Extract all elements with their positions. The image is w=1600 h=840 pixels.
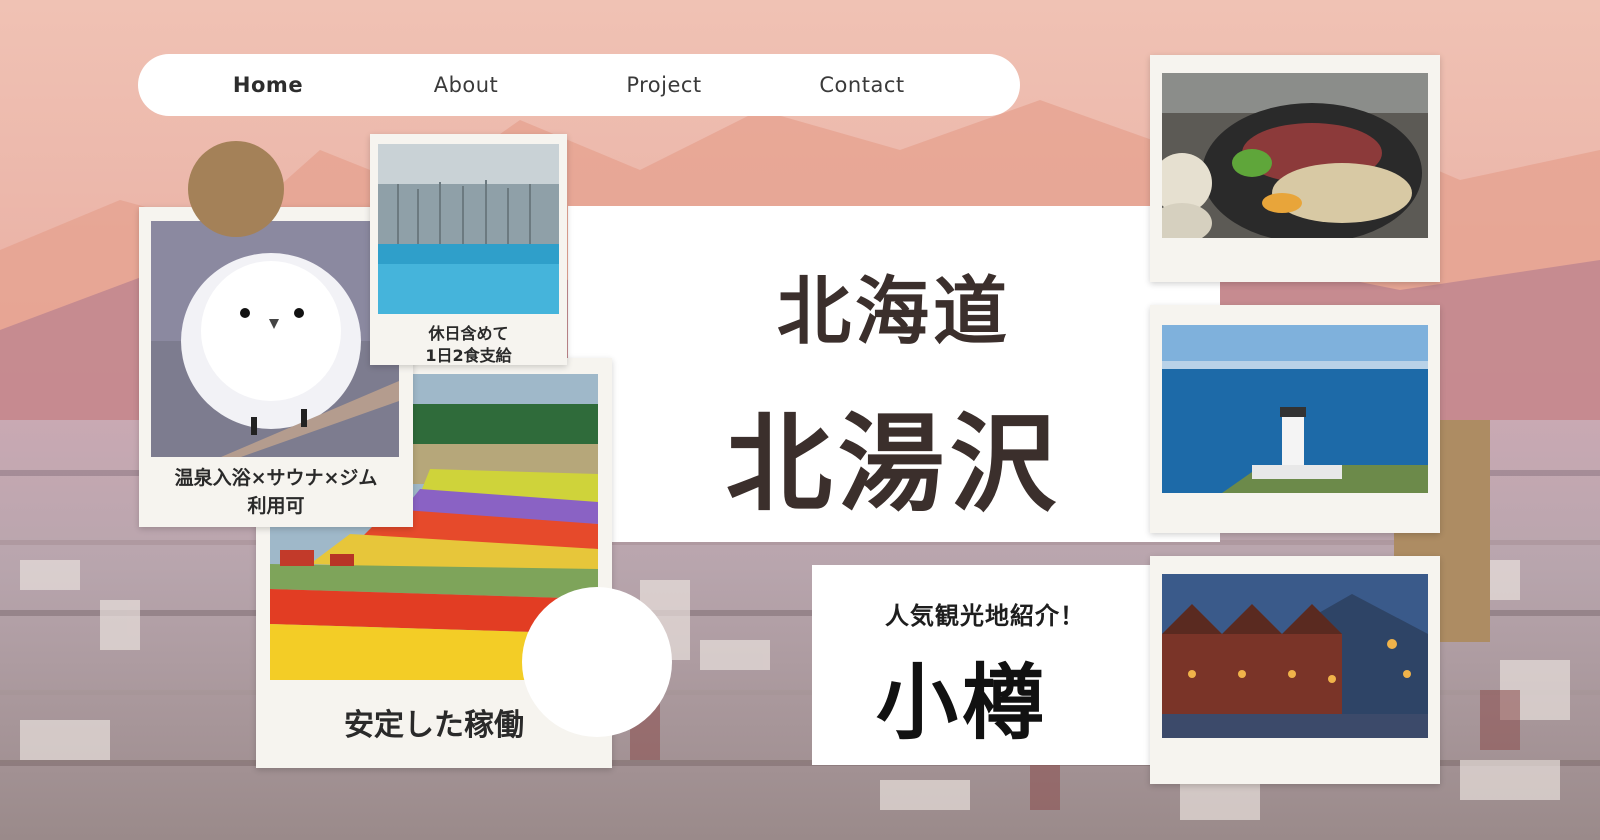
nav-contact-link[interactable]: Contact [819,54,904,116]
blue-pond-photo [378,144,559,314]
lighthouse-photo [1162,325,1428,493]
hero-title-prefecture: 北海道 [777,269,1011,355]
jingisukan-photo [1162,73,1428,238]
lighthouse-card [1150,305,1440,533]
top-navigation: Home About Project Contact [138,54,1020,116]
nav-project-link[interactable]: Project [626,54,701,116]
decorative-white-circle [522,587,672,737]
long-tailed-tit-photo [151,221,399,457]
warehouse-photo [1162,574,1428,738]
feature-city: 小樽 [875,656,1048,751]
hero-title-town: 北湯沢 [726,403,1062,526]
pond-caption-line2: 1日2食支給 [425,346,512,365]
pond-caption-line1: 休日含めて [428,324,509,343]
blue-pond-card: 休日含めて 1日2食支給 [370,134,567,365]
feature-label: 人気観光地紹介！ [885,602,1085,630]
bird-caption-line2: 利用可 [247,495,305,517]
nav-home-link[interactable]: Home [233,54,303,116]
nav-about-link[interactable]: About [434,54,499,116]
bird-caption-line1: 温泉入浴×サウナ×ジム [174,467,378,489]
warehouse-card [1150,556,1440,784]
jingisukan-card [1150,55,1440,282]
decorative-tan-circle [188,141,284,237]
